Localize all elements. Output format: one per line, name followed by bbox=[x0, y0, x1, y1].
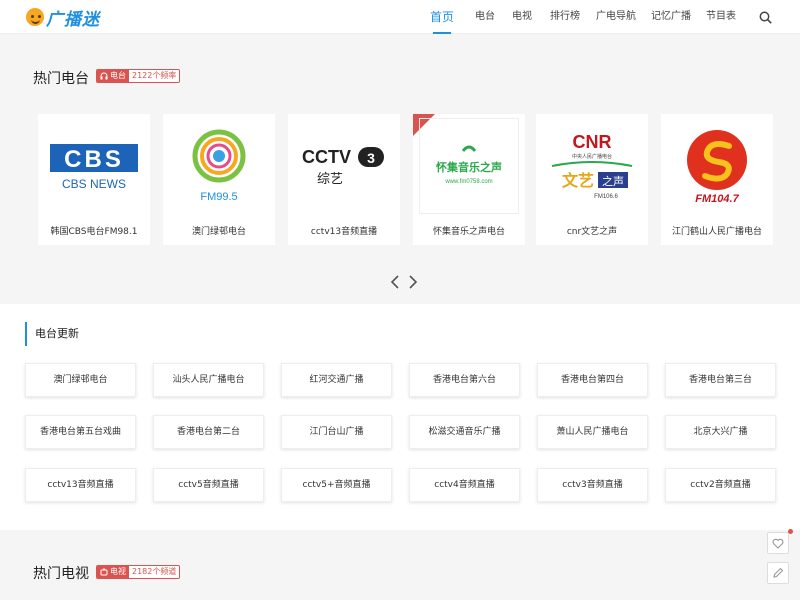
svg-text:FM99.5: FM99.5 bbox=[200, 191, 237, 203]
station-update-link[interactable]: cctv4音频直播 bbox=[409, 468, 520, 502]
notification-dot bbox=[788, 529, 793, 534]
badge-count: 2122个频率 bbox=[129, 70, 180, 82]
carousel-arrows bbox=[388, 274, 422, 290]
heart-icon bbox=[772, 538, 784, 549]
svg-text:3: 3 bbox=[367, 150, 375, 166]
prev-arrow-icon[interactable] bbox=[388, 274, 402, 290]
station-update-link[interactable]: 北京大兴广播 bbox=[665, 415, 776, 449]
top-header: 广播迷 首页 电台 电视 排行榜 广电导航 记忆广播 节目表 bbox=[0, 0, 800, 34]
nav-radio[interactable]: 电台 bbox=[475, 0, 495, 34]
next-arrow-icon[interactable] bbox=[406, 274, 420, 290]
station-update-link[interactable]: 香港电台第三台 bbox=[665, 363, 776, 397]
cctv3-logo-image: CCTV 3 综艺 bbox=[294, 118, 394, 214]
radio-card-label: 澳门绿邨电台 bbox=[191, 227, 246, 237]
svg-text:中央人民广播电台: 中央人民广播电台 bbox=[572, 153, 612, 160]
svg-text:FM104.7: FM104.7 bbox=[695, 193, 739, 205]
station-update-link[interactable]: cctv13音频直播 bbox=[25, 468, 136, 502]
station-update-link[interactable]: 香港电台第五台戏曲 bbox=[25, 415, 136, 449]
radio-card-label: cctv13音频直播 bbox=[310, 227, 378, 237]
radio-card[interactable]: 怀集音乐之声 www.fm0758.com 怀集音乐之声电台 bbox=[413, 114, 525, 245]
svg-text:CBS NEWS: CBS NEWS bbox=[62, 177, 126, 191]
hot-radio-carousel: CBS CBS NEWS 韩国CBS电台FM98.1 FM99.5 澳门绿邨电台 bbox=[38, 114, 773, 279]
station-update-link[interactable]: cctv5+音频直播 bbox=[281, 468, 392, 502]
svg-text:www.fm0758.com: www.fm0758.com bbox=[444, 179, 492, 185]
station-update-link[interactable]: cctv3音频直播 bbox=[537, 468, 648, 502]
site-logo[interactable]: 广播迷 bbox=[26, 5, 100, 30]
radio-card-label: cnr文艺之声 bbox=[566, 227, 618, 237]
radio-card-label: 江门鹤山人民广播电台 bbox=[671, 227, 762, 237]
pencil-icon bbox=[773, 567, 784, 578]
nav-memory-broadcast[interactable]: 记忆广播 bbox=[651, 0, 691, 34]
cbs-logo-image: CBS CBS NEWS bbox=[44, 118, 144, 214]
nav-tv[interactable]: 电视 bbox=[512, 0, 532, 34]
station-update-link[interactable]: 江门台山广播 bbox=[281, 415, 392, 449]
logo-text: 广播迷 bbox=[46, 9, 100, 30]
station-update-link[interactable]: 汕头人民广播电台 bbox=[153, 363, 264, 397]
svg-text:综艺: 综艺 bbox=[317, 172, 343, 187]
station-update-link[interactable]: 红河交通广播 bbox=[281, 363, 392, 397]
svg-text:CNR: CNR bbox=[573, 132, 612, 152]
tv-count-badge: 电视 2182个频道 bbox=[96, 565, 181, 579]
radio-card[interactable]: FM104.7 江门鹤山人民广播电台 bbox=[661, 114, 773, 245]
badge-label: 电台 bbox=[110, 71, 126, 80]
nav-broadcast-guide[interactable]: 广电导航 bbox=[596, 0, 636, 34]
nav-schedule[interactable]: 节目表 bbox=[706, 0, 736, 34]
heshan-fm-logo-image: FM104.7 bbox=[667, 118, 767, 214]
radio-card[interactable]: FM99.5 澳门绿邨电台 bbox=[163, 114, 275, 245]
station-update-link[interactable]: 香港电台第六台 bbox=[409, 363, 520, 397]
radio-count-badge: 电台 2122个频率 bbox=[96, 69, 181, 83]
hot-tv-title: 热门电视 bbox=[33, 566, 89, 582]
station-update-link[interactable]: 香港电台第四台 bbox=[537, 363, 648, 397]
search-icon[interactable] bbox=[759, 11, 772, 24]
radio-card[interactable]: CNR 中央人民广播电台 文艺 之声 FM106.6 cnr文艺之声 bbox=[536, 114, 648, 245]
hot-radio-section: 热门电台 电台 2122个频率 CBS CBS NEWS 韩国CBS电台FM98… bbox=[0, 34, 800, 304]
tv-icon bbox=[100, 568, 108, 576]
radio-card[interactable]: CBS CBS NEWS 韩国CBS电台FM98.1 bbox=[38, 114, 150, 245]
cnr-logo-image: CNR 中央人民广播电台 文艺 之声 FM106.6 bbox=[542, 118, 642, 214]
nav-ranking[interactable]: 排行榜 bbox=[550, 0, 580, 34]
svg-text:怀集音乐之声: 怀集音乐之声 bbox=[436, 160, 502, 174]
station-update-link[interactable]: 萧山人民广播电台 bbox=[537, 415, 648, 449]
updates-title: 电台更新 bbox=[25, 322, 79, 346]
radio-card-label: 韩国CBS电台FM98.1 bbox=[50, 227, 138, 237]
badge-count: 2182个频道 bbox=[129, 566, 180, 578]
svg-text:之声: 之声 bbox=[602, 174, 624, 188]
macau-fm-logo-image: FM99.5 bbox=[169, 118, 269, 214]
nav-home[interactable]: 首页 bbox=[430, 0, 454, 34]
smiley-logo-icon bbox=[26, 8, 44, 26]
badge-label: 电视 bbox=[110, 567, 126, 576]
hot-radio-title: 热门电台 bbox=[33, 71, 89, 87]
station-update-link[interactable]: cctv2音频直播 bbox=[665, 468, 776, 502]
edit-button[interactable] bbox=[767, 562, 789, 584]
svg-text:FM106.6: FM106.6 bbox=[594, 194, 618, 200]
headphones-icon bbox=[100, 72, 108, 80]
radio-card[interactable]: CCTV 3 综艺 cctv13音频直播 bbox=[288, 114, 400, 245]
radio-card-label: 怀集音乐之声电台 bbox=[432, 227, 505, 237]
svg-text:CBS: CBS bbox=[64, 146, 124, 173]
station-update-link[interactable]: 香港电台第二台 bbox=[153, 415, 264, 449]
station-update-link[interactable]: cctv5音频直播 bbox=[153, 468, 264, 502]
svg-text:CCTV: CCTV bbox=[302, 147, 351, 167]
favorite-button[interactable] bbox=[767, 532, 789, 554]
huaiji-music-logo-image: 怀集音乐之声 www.fm0758.com bbox=[419, 118, 519, 214]
station-update-link[interactable]: 松滋交通音乐广播 bbox=[409, 415, 520, 449]
station-update-link[interactable]: 澳门绿邨电台 bbox=[25, 363, 136, 397]
svg-text:文艺: 文艺 bbox=[562, 171, 594, 190]
hot-tv-section: 热门电视 电视 2182个频道 bbox=[0, 530, 800, 600]
station-updates-section: 电台更新 澳门绿邨电台 汕头人民广播电台 红河交通广播 香港电台第六台 香港电台第四台香… bbox=[0, 304, 800, 530]
